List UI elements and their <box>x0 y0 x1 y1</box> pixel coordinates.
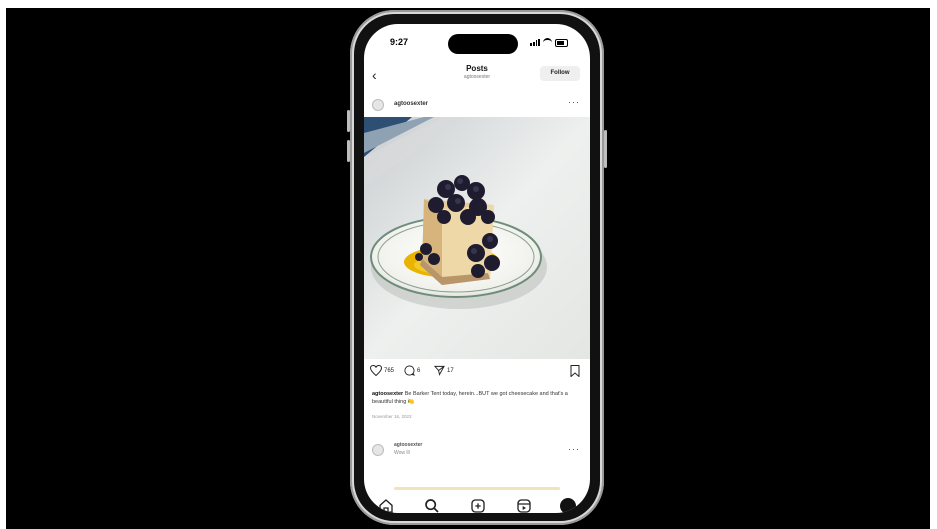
post-date: November 16, 2023 <box>372 414 412 419</box>
phone-bezel: 9:27 ‹ Posts agtoosexter Follow agtoosex… <box>354 14 600 521</box>
post-header: agtoosexter ··· <box>364 97 590 113</box>
post-actions: 765 6 17 <box>364 365 590 381</box>
create-icon[interactable] <box>470 498 486 513</box>
post-image[interactable] <box>364 117 590 359</box>
comment-text: Wow lll <box>394 450 410 456</box>
heart-icon[interactable] <box>370 365 382 376</box>
dynamic-island <box>448 34 518 54</box>
caption-username[interactable]: agtoosexter <box>372 391 403 397</box>
volume-up-button <box>347 110 350 132</box>
reels-icon[interactable] <box>516 498 532 513</box>
shares-count: 17 <box>447 367 454 374</box>
comments-count: 6 <box>417 367 421 374</box>
avatar[interactable] <box>372 99 384 111</box>
comment-more-icon[interactable]: ··· <box>568 444 580 454</box>
profile-icon[interactable] <box>560 498 576 513</box>
follow-button[interactable]: Follow <box>540 66 580 81</box>
comment-username[interactable]: agtoosexter <box>394 442 422 448</box>
power-button <box>604 130 607 168</box>
volume-down-button <box>347 140 350 162</box>
home-icon[interactable] <box>378 498 394 513</box>
search-icon[interactable] <box>424 498 440 513</box>
share-action[interactable]: 17 <box>434 365 454 376</box>
like-action[interactable]: 765 <box>370 365 394 376</box>
comment-action[interactable]: 6 <box>404 365 420 376</box>
share-icon[interactable] <box>434 365 445 376</box>
post-caption: agtoosexter Be Barker Tent today, herein… <box>372 390 578 406</box>
bottom-tab-bar <box>364 496 590 513</box>
comment-row: agtoosexter Wow lll ··· <box>364 440 590 460</box>
status-icons <box>530 38 568 47</box>
wifi-icon <box>543 38 552 47</box>
post-username[interactable]: agtoosexter <box>394 101 428 107</box>
battery-icon <box>555 38 568 47</box>
comment-icon[interactable] <box>404 365 415 376</box>
progress-bar <box>394 487 560 490</box>
bookmark-icon[interactable] <box>570 365 580 377</box>
signal-icon <box>530 39 540 46</box>
cheesecake-photo <box>364 117 590 359</box>
phone-frame: 9:27 ‹ Posts agtoosexter Follow agtoosex… <box>347 10 607 525</box>
comment-avatar[interactable] <box>372 444 384 456</box>
top-nav: ‹ Posts agtoosexter Follow <box>364 60 590 90</box>
status-time: 9:27 <box>390 37 409 47</box>
likes-count: 765 <box>384 367 395 374</box>
phone-screen: 9:27 ‹ Posts agtoosexter Follow agtoosex… <box>364 24 590 513</box>
more-options-icon[interactable]: ··· <box>568 97 580 107</box>
